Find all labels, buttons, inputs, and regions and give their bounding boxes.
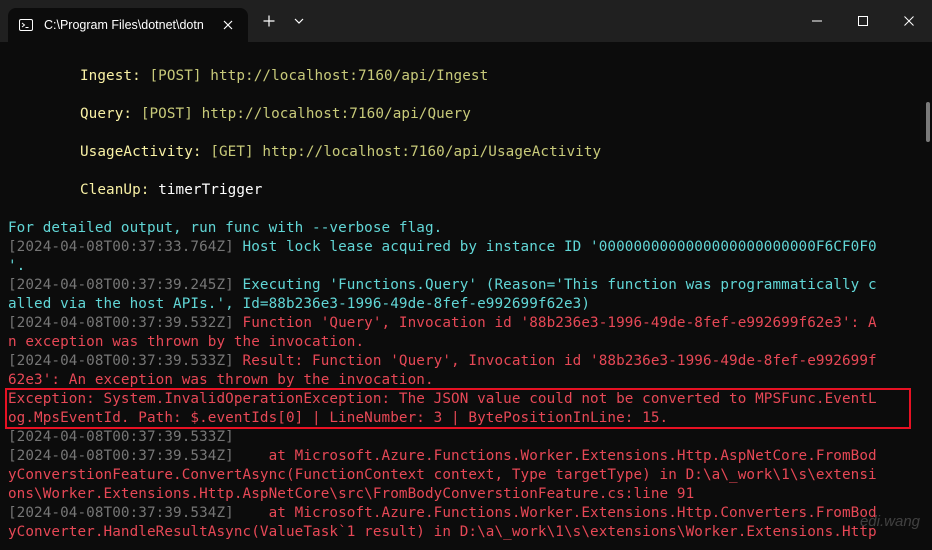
function-route: timerTrigger	[158, 182, 263, 198]
function-entry-cleanup: CleanUp: timerTrigger	[80, 181, 262, 200]
close-window-icon[interactable]	[886, 0, 932, 42]
log-line: [2024-04-08T00:37:39.534Z] at Microsoft.…	[8, 504, 877, 523]
exception-highlight-box	[5, 388, 911, 429]
log-timestamp: [2024-04-08T00:37:39.534Z]	[8, 505, 234, 521]
function-name: UsageActivity:	[80, 144, 202, 160]
log-message: at Microsoft.Azure.Functions.Worker.Exte…	[233, 505, 877, 521]
log-timestamp: [2024-04-08T00:37:39.532Z]	[8, 315, 234, 331]
log-continuation: yConverstionFeature.ConvertAsync(Functio…	[8, 467, 877, 483]
function-name: CleanUp:	[80, 182, 150, 198]
chevron-down-icon[interactable]	[284, 4, 314, 38]
log-continuation: n exception was thrown by the invocation…	[8, 334, 365, 350]
function-entry-ingest: Ingest: [POST] http://localhost:7160/api…	[80, 67, 488, 86]
function-name: Query:	[80, 106, 133, 122]
function-route: [POST] http://localhost:7160/api/Ingest	[149, 68, 489, 84]
terminal-icon	[18, 17, 34, 33]
title-bar: C:\Program Files\dotnet\dotn	[0, 0, 932, 42]
maximize-icon[interactable]	[840, 0, 886, 42]
log-line: [2024-04-08T00:37:39.245Z] Executing 'Fu…	[8, 276, 877, 295]
log-timestamp: [2024-04-08T00:37:39.533Z]	[8, 429, 234, 445]
log-message: Result: Function 'Query', Invocation id …	[233, 353, 877, 369]
function-route: [POST] http://localhost:7160/api/Query	[140, 106, 471, 122]
terminal-tab[interactable]: C:\Program Files\dotnet\dotn	[8, 8, 248, 42]
tab-title: C:\Program Files\dotnet\dotn	[44, 18, 204, 32]
log-message: Function 'Query', Invocation id '88b236e…	[233, 315, 877, 331]
log-timestamp: [2024-04-08T00:37:33.764Z]	[8, 239, 234, 255]
watermark-text: edi.wang	[859, 513, 920, 530]
log-timestamp: [2024-04-08T00:37:39.245Z]	[8, 277, 234, 293]
log-continuation: '.	[8, 258, 26, 274]
log-timestamp: [2024-04-08T00:37:39.534Z]	[8, 448, 234, 464]
terminal-output[interactable]: Ingest: [POST] http://localhost:7160/api…	[0, 42, 932, 550]
log-timestamp: [2024-04-08T00:37:39.533Z]	[8, 353, 234, 369]
verbose-hint: For detailed output, run func with --ver…	[8, 220, 443, 236]
scrollbar-thumb[interactable]	[926, 102, 930, 142]
log-line: [2024-04-08T00:37:39.533Z] Result: Funct…	[8, 352, 877, 371]
log-line: [2024-04-08T00:37:39.532Z] Function 'Que…	[8, 314, 877, 333]
function-entry-query: Query: [POST] http://localhost:7160/api/…	[80, 105, 471, 124]
log-message: at Microsoft.Azure.Functions.Worker.Exte…	[233, 448, 877, 464]
function-route: [GET] http://localhost:7160/api/UsageAct…	[210, 144, 602, 160]
log-message: Executing 'Functions.Query' (Reason='Thi…	[233, 277, 877, 293]
new-tab-plus-icon[interactable]	[254, 4, 284, 38]
log-message: Host lock lease acquired by instance ID …	[233, 239, 877, 255]
log-continuation: ons\Worker.Extensions.Http.AspNetCore\sr…	[8, 486, 695, 502]
log-line: [2024-04-08T00:37:39.533Z]	[8, 428, 234, 447]
log-line: [2024-04-08T00:37:39.534Z] at Microsoft.…	[8, 447, 877, 466]
minimize-icon[interactable]	[794, 0, 840, 42]
function-entry-usageactivity: UsageActivity: [GET] http://localhost:71…	[80, 143, 601, 162]
log-continuation: alled via the host APIs.', Id=88b236e3-1…	[8, 296, 591, 312]
function-name: Ingest:	[80, 68, 141, 84]
log-line: [2024-04-08T00:37:33.764Z] Host lock lea…	[8, 238, 877, 257]
log-continuation: yConverter.HandleResultAsync(ValueTask`1…	[8, 524, 877, 540]
close-tab-icon[interactable]	[218, 15, 238, 35]
